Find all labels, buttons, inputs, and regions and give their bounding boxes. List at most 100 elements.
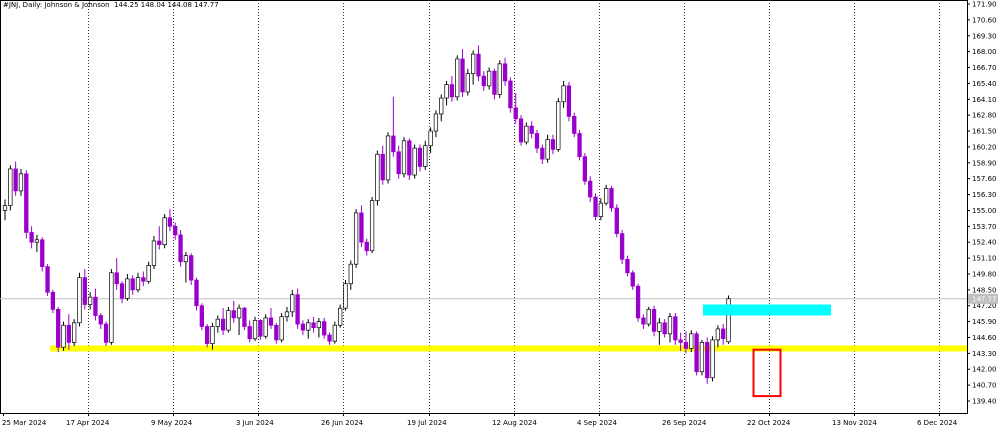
y-tick-label: 162.80 [972, 112, 997, 120]
candle [183, 251, 189, 283]
candle [98, 313, 103, 329]
candle-body [151, 240, 157, 266]
y-tick-label: 151.10 [972, 255, 997, 263]
candle [657, 317, 662, 345]
candle-body [630, 272, 635, 287]
candle-body [428, 130, 433, 147]
candle [45, 264, 50, 296]
candle-body [364, 241, 369, 252]
candle [162, 214, 167, 249]
candle [247, 320, 252, 343]
candle-body [678, 339, 683, 343]
candle [465, 68, 470, 96]
candle-body [423, 145, 428, 167]
y-tick-label: 164.10 [972, 96, 997, 104]
y-tick-label: 153.70 [972, 223, 997, 231]
candle-body [87, 296, 93, 305]
candle [338, 304, 343, 328]
y-tick-label: 143.30 [972, 350, 997, 358]
candle-body [401, 140, 407, 175]
candle-body [109, 272, 114, 343]
candle-body [646, 309, 651, 325]
plot-frame [0, 0, 968, 414]
y-tick-label: 140.70 [972, 382, 997, 390]
candle-body [300, 323, 306, 331]
candle-body [550, 139, 556, 150]
candle [508, 77, 513, 113]
candle [518, 115, 524, 146]
y-tick-label: 139.40 [972, 398, 997, 406]
candle [353, 209, 359, 268]
candle [375, 150, 380, 206]
candle [444, 80, 449, 106]
candle [226, 306, 231, 333]
candle [284, 306, 290, 322]
candle-body [332, 324, 337, 342]
candle [327, 332, 332, 345]
candle [66, 314, 71, 350]
candle-body [529, 125, 534, 134]
candle-body [103, 323, 109, 343]
candle [460, 49, 465, 97]
candle-body [199, 305, 204, 327]
candle-body [667, 316, 673, 335]
candle [641, 314, 646, 329]
candle [151, 236, 157, 270]
candle [471, 50, 476, 85]
instrument-name: Johnson & Johnson [44, 1, 110, 9]
candle-body [114, 272, 119, 285]
candle-body [93, 296, 98, 316]
candle-body [173, 225, 178, 236]
candle [24, 170, 29, 239]
candle [300, 320, 306, 336]
candle [157, 226, 162, 250]
candle [417, 144, 423, 172]
candle-body [82, 277, 87, 305]
y-tick-label: 148.50 [972, 286, 997, 294]
candle-body [460, 58, 465, 93]
candle-body [699, 342, 705, 373]
candle-body [593, 196, 598, 217]
candle [449, 76, 455, 102]
price-chart[interactable]: 25 Mar 2024 17 Apr 2024 9 May 2024 3 Jun 20… [0, 0, 1000, 429]
candle [173, 222, 178, 240]
candle-body [135, 277, 141, 291]
candle-body [2, 205, 8, 211]
candle [18, 168, 24, 196]
candle [604, 184, 609, 206]
candle [455, 55, 460, 101]
candle-body [8, 168, 13, 206]
candle-body [497, 63, 502, 95]
candle-body [524, 125, 529, 143]
last-price-label: 147.77 [972, 295, 997, 303]
candle [178, 229, 183, 267]
candle-body [492, 70, 497, 95]
candle [428, 127, 433, 154]
candle-body [641, 317, 646, 325]
candle-body [471, 53, 476, 74]
candle [540, 144, 545, 165]
candle [295, 288, 300, 329]
chart-root: #JNJ, Daily: Johnson & Johnson 144.25 14… [0, 0, 1000, 429]
candle [359, 205, 364, 248]
candle [423, 140, 428, 171]
x-tick-label: 4 Sep 2024 [577, 419, 617, 427]
candle [630, 270, 635, 290]
candle-body [183, 255, 189, 263]
candle [705, 337, 710, 384]
candle-body [66, 324, 71, 343]
candle-body [391, 135, 396, 153]
candle-body [673, 316, 678, 341]
candle [290, 289, 295, 317]
candle-body [205, 326, 210, 344]
candle-body [348, 263, 353, 285]
x-tick-label: 19 Jul 2024 [407, 419, 447, 427]
candle-body [50, 291, 56, 310]
candle-body [263, 317, 268, 337]
candle [332, 321, 337, 344]
candle-body [290, 294, 295, 313]
candle-body [481, 75, 486, 87]
candle-body [306, 322, 311, 331]
candle [194, 277, 199, 311]
candle-body [380, 153, 385, 181]
